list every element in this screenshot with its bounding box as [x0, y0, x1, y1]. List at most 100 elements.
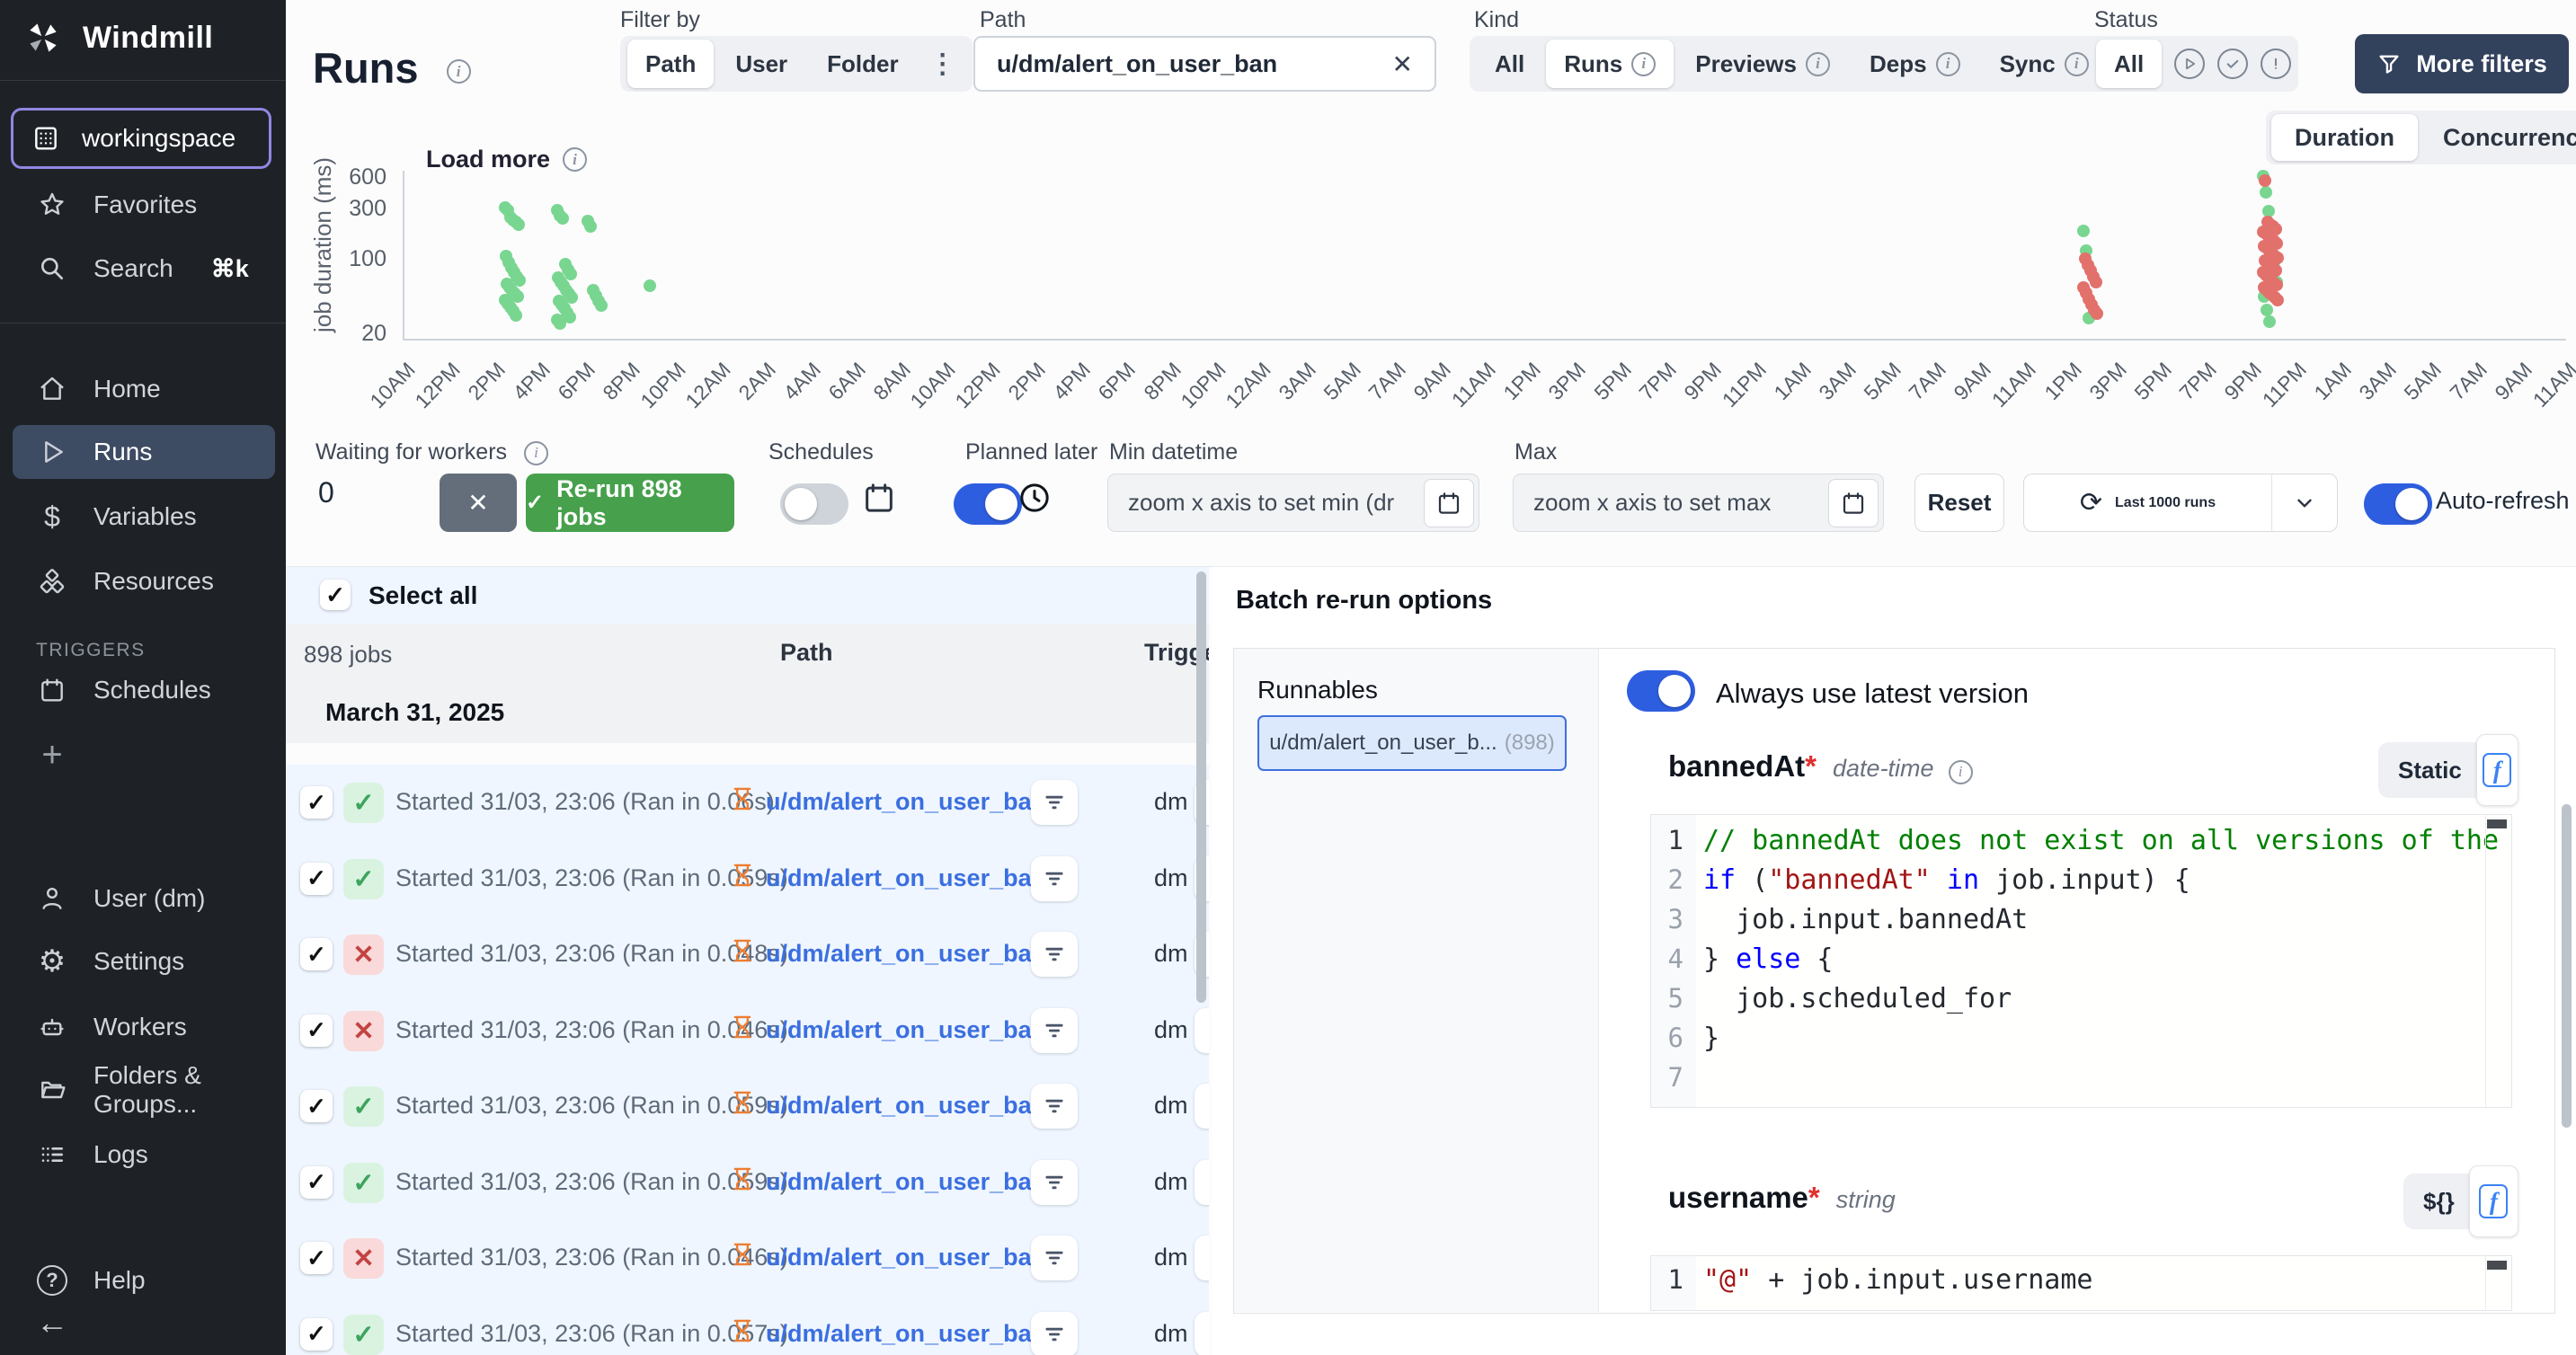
row-filter-button[interactable]	[1031, 1084, 1078, 1129]
sidebar-item-search[interactable]: Search ⌘k	[13, 242, 275, 296]
filter-by-folder[interactable]: Folder	[809, 40, 916, 88]
sidebar-collapse-button[interactable]: ←	[13, 1300, 275, 1345]
last-runs-dropdown-button[interactable]	[2271, 474, 2337, 531]
last-runs-refresh-button[interactable]: ⟳ Last 1000 runs	[2024, 474, 2271, 531]
clock-icon[interactable]	[1017, 480, 1053, 520]
path-input[interactable]: u/dm/alert_on_user_ban ✕	[973, 36, 1436, 92]
sidebar-item-home[interactable]: Home	[13, 362, 275, 416]
table-row[interactable]: ✓✕Started 31/03, 23:06 (Ran in 0.048s)u/…	[286, 917, 1209, 992]
row-path-link[interactable]: u/dm/alert_on_user_ban	[766, 1244, 1046, 1271]
list-scrollbar[interactable]	[1196, 571, 1206, 1003]
table-row[interactable]: ✓✓Started 31/03, 23:06 (Ran in 0.059s)u/…	[286, 1068, 1209, 1144]
sidebar-item-favorites[interactable]: Favorites	[13, 178, 275, 232]
row-filter-button[interactable]	[1031, 1235, 1078, 1280]
max-datetime-input[interactable]: zoom x axis to set max	[1513, 474, 1884, 532]
row-overflow-button[interactable]	[1195, 1235, 1209, 1280]
reset-button[interactable]: Reset	[1914, 474, 2004, 532]
username-code-editor[interactable]: 1"@" + job.input.username	[1650, 1255, 2512, 1311]
job-dot-success[interactable]	[2260, 186, 2272, 199]
clear-path-icon[interactable]: ✕	[1392, 49, 1413, 79]
kind-sync[interactable]: Synci	[1982, 40, 2107, 88]
row-checkbox[interactable]: ✓	[300, 1014, 333, 1047]
mode-label[interactable]: Static	[2398, 757, 2462, 784]
row-filter-button[interactable]	[1031, 1312, 1078, 1355]
row-path-link[interactable]: u/dm/alert_on_user_ban	[766, 1168, 1046, 1196]
cancel-selection-button[interactable]: ✕	[440, 474, 517, 532]
job-dot-success[interactable]	[512, 218, 525, 231]
sidebar-item-settings[interactable]: ⚙ Settings	[13, 934, 275, 988]
select-all-checkbox[interactable]: ✓	[320, 580, 351, 610]
job-dot-failure[interactable]	[2259, 174, 2271, 187]
row-overflow-button[interactable]	[1195, 1160, 1209, 1205]
kind-deps[interactable]: Depsi	[1852, 40, 1978, 88]
workspace-selector[interactable]: workingspace	[11, 108, 271, 169]
kind-all[interactable]: All	[1477, 40, 1542, 88]
table-row[interactable]: ✓✓Started 31/03, 23:06 (Ran in 0.057s)u/…	[286, 1297, 1209, 1355]
row-path-link[interactable]: u/dm/alert_on_user_ban	[766, 788, 1046, 816]
row-path-link[interactable]: u/dm/alert_on_user_ban	[766, 1320, 1046, 1348]
sidebar-item-help[interactable]: ? Help	[13, 1253, 275, 1307]
min-calendar-button[interactable]	[1424, 479, 1474, 527]
javascript-editor-button[interactable]: f	[2469, 1165, 2518, 1237]
javascript-editor-button[interactable]: f	[2476, 734, 2518, 806]
status-failure-icon[interactable]	[2261, 49, 2291, 79]
table-row[interactable]: ✓✓Started 31/03, 23:06 (Ran in 0.059s)u/…	[286, 1145, 1209, 1220]
load-more-button[interactable]: Load more i	[426, 146, 587, 173]
row-filter-button[interactable]	[1031, 856, 1078, 901]
row-overflow-button[interactable]	[1195, 1084, 1209, 1129]
sidebar-item-folders[interactable]: Folders & Groups...	[13, 1063, 275, 1117]
sidebar-item-user[interactable]: User (dm)	[13, 872, 275, 925]
row-checkbox[interactable]: ✓	[300, 1166, 333, 1199]
kind-previews[interactable]: Previewsi	[1677, 40, 1848, 88]
min-datetime-input[interactable]: zoom x axis to set min (dr	[1107, 474, 1479, 532]
row-path-link[interactable]: u/dm/alert_on_user_ban	[766, 864, 1046, 892]
job-dot-failure[interactable]	[2090, 276, 2102, 288]
status-success-icon[interactable]	[2217, 49, 2248, 79]
sidebar-logo[interactable]: Windmill	[23, 18, 213, 58]
row-path-link[interactable]: u/dm/alert_on_user_ban	[766, 940, 1046, 968]
filter-by-user[interactable]: User	[717, 40, 805, 88]
job-dot-success[interactable]	[584, 220, 597, 233]
kind-runs[interactable]: Runsi	[1546, 40, 1674, 88]
sidebar-item-resources[interactable]: Resources	[13, 554, 275, 608]
planned-later-toggle[interactable]	[954, 483, 1022, 525]
schedules-calendar-icon[interactable]	[861, 480, 897, 520]
tab-concurrency[interactable]: Concurrency	[2420, 114, 2576, 161]
sidebar-add-item[interactable]: +	[13, 728, 275, 782]
sidebar-item-logs[interactable]: Logs	[13, 1128, 275, 1182]
job-dot-failure[interactable]	[2271, 294, 2284, 306]
table-row[interactable]: ✓✕Started 31/03, 23:06 (Ran in 0.046s)u/…	[286, 993, 1209, 1068]
schedules-toggle[interactable]	[780, 483, 848, 525]
runnable-item[interactable]: u/dm/alert_on_user_b... (898)	[1257, 715, 1567, 771]
row-path-link[interactable]: u/dm/alert_on_user_ban	[766, 1016, 1046, 1044]
bannedat-code-editor[interactable]: 1// bannedAt does not exist on all versi…	[1650, 814, 2512, 1108]
job-dot-success[interactable]	[510, 309, 522, 322]
table-row[interactable]: ✓✓Started 31/03, 23:06 (Ran in 0.06s)u/d…	[286, 765, 1209, 840]
row-overflow-button[interactable]	[1195, 1008, 1209, 1053]
scatter-plot[interactable]	[403, 171, 2566, 341]
rerun-jobs-button[interactable]: ✓Re-run 898 jobs	[526, 474, 734, 532]
always-latest-toggle[interactable]	[1627, 670, 1695, 712]
job-dot-success[interactable]	[2077, 225, 2090, 237]
job-dot-success[interactable]	[556, 212, 569, 225]
job-dot-success[interactable]	[554, 317, 566, 330]
tab-duration[interactable]: Duration	[2271, 114, 2418, 161]
row-path-link[interactable]: u/dm/alert_on_user_ban	[766, 1092, 1046, 1120]
sidebar-item-variables[interactable]: $ Variables	[13, 490, 275, 544]
mode-label[interactable]: ${}	[2423, 1188, 2455, 1216]
table-row[interactable]: ✓✓Started 31/03, 23:06 (Ran in 0.059s)u/…	[286, 841, 1209, 917]
more-filters-button[interactable]: More filters	[2355, 34, 2569, 93]
row-checkbox[interactable]: ✓	[300, 863, 333, 895]
row-filter-button[interactable]	[1031, 932, 1078, 977]
row-checkbox[interactable]: ✓	[300, 1318, 333, 1351]
table-row[interactable]: ✓✕Started 31/03, 23:06 (Ran in 0.046s)u/…	[286, 1220, 1209, 1296]
row-filter-button[interactable]	[1031, 1160, 1078, 1205]
filter-by-more-menu[interactable]: ⋮	[920, 40, 965, 88]
sidebar-item-runs[interactable]: Runs	[13, 425, 275, 479]
row-filter-button[interactable]	[1031, 1008, 1078, 1053]
row-checkbox[interactable]: ✓	[300, 1090, 333, 1122]
job-dot-success[interactable]	[2263, 315, 2276, 328]
job-dot-success[interactable]	[2261, 304, 2273, 316]
filter-by-path[interactable]: Path	[627, 40, 714, 88]
runs-info-icon[interactable]: i	[447, 59, 471, 84]
